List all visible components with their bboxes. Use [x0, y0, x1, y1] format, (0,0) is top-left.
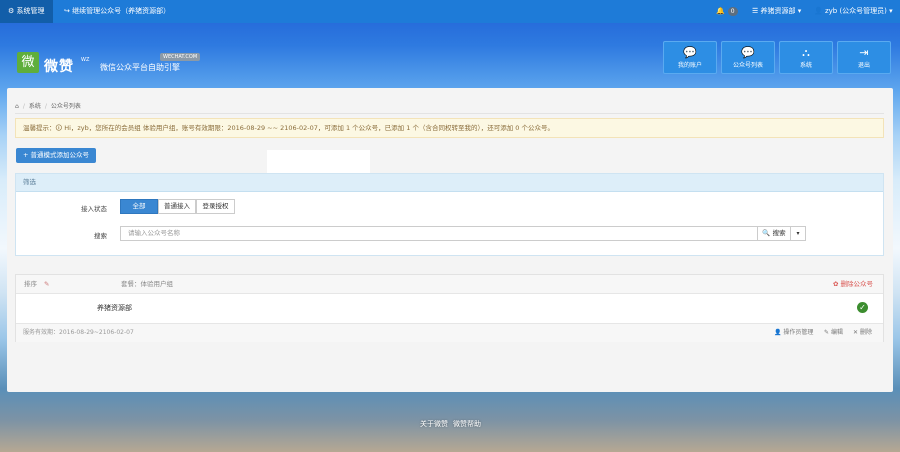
bell-icon: 🔔 [716, 7, 725, 15]
share-icon: ↪ [64, 7, 70, 15]
eraser-icon[interactable]: ✎ [44, 275, 49, 293]
add-account-button[interactable]: + 普通模式添加公众号 [16, 148, 96, 163]
status-label: 接入状态 [81, 205, 107, 213]
sign-out-icon: ⇥ [859, 46, 869, 59]
filter-panel: 筛选 [15, 173, 884, 256]
account-dropdown[interactable]: ☰ 养猪资源部 ▾ [752, 0, 801, 23]
filter-title: 筛选 [16, 174, 883, 192]
user-icon: 👤 [814, 7, 823, 15]
notification-badge: 0 [727, 7, 738, 16]
status-all-option[interactable]: 全部 [120, 199, 158, 214]
search-dropdown-toggle[interactable]: ▾ [790, 226, 806, 241]
edit-icon: ✎ [824, 329, 830, 336]
divider [15, 113, 884, 114]
top-navbar: ⚙ 系统管理 ↪ 继续管理公众号（养猪资源部） 🔔 0 ☰ 养猪资源部 ▾ 👤 z… [0, 0, 900, 23]
comments-icon: 💬 [741, 46, 755, 59]
comments-icon: 💬 [683, 46, 697, 59]
status-auth-option[interactable]: 登录授权 [196, 199, 235, 214]
list-icon: ☰ [752, 7, 759, 15]
search-input[interactable]: 请输入公众号名称 [120, 226, 758, 241]
sitemap-icon: ⛬ [802, 46, 810, 59]
logo-text: 微赞 [44, 59, 74, 75]
user-dropdown[interactable]: 👤 zyb (公众号管理员) ▾ [814, 0, 893, 23]
sort-label: 排序 [24, 280, 37, 288]
account-list: 排序 ✎ 套餐：体验用户组 ✿ 删除公众号 养猪资源部 ✓ 服务有效期：2016… [15, 274, 884, 342]
breadcrumb-current: 公众号列表 [50, 103, 81, 110]
logo-subtitle: 微信公众平台自助引擎 [100, 63, 180, 72]
group-label: 套餐：体验用户组 [121, 280, 173, 288]
system-button[interactable]: ⛬ 系统 [779, 41, 833, 74]
logo-small-text: WZ [81, 57, 90, 63]
white-block [267, 150, 370, 174]
footer-help-link[interactable]: 微赞帮助 [453, 419, 481, 429]
search-button[interactable]: 🔍 搜索 [757, 226, 791, 241]
edit-link[interactable]: ✎ 编辑 [824, 324, 843, 342]
service-period: 服务有效期：2016-08-29~2106-02-07 [23, 329, 134, 336]
breadcrumb-system[interactable]: 系统 [29, 103, 41, 110]
operator-manage-link[interactable]: 👤 操作员管理 [774, 324, 813, 342]
list-header: 排序 ✎ 套餐：体验用户组 ✿ 删除公众号 [16, 275, 883, 294]
logo-icon: 微 [17, 52, 39, 73]
switch-account-link[interactable]: ↪ 继续管理公众号（养猪资源部） [64, 0, 170, 23]
delete-account-link[interactable]: ✿ 删除公众号 [833, 275, 873, 293]
my-account-button[interactable]: 💬 我的账户 [663, 41, 717, 74]
logout-button[interactable]: ⇥ 退出 [837, 41, 891, 74]
breadcrumb: ⌂ / 系统 / 公众号列表 [15, 103, 81, 110]
home-icon[interactable]: ⌂ [15, 103, 19, 110]
logo-tag: WECHAT.COM [160, 53, 201, 61]
user-icon: 👤 [774, 329, 782, 336]
close-icon: ✕ [853, 329, 859, 336]
list-footer: 服务有效期：2016-08-29~2106-02-07 👤 操作员管理 ✎ 编辑… [16, 323, 883, 342]
system-manage-tab[interactable]: ⚙ 系统管理 [0, 0, 53, 23]
membership-alert: 温馨提示：🛈 Hi，zyb，您所在的会员组 体验用户组，账号有效期限：2016-… [15, 118, 884, 138]
account-name: 养猪资源部 [97, 304, 132, 312]
cogs-icon: ⚙ [8, 7, 15, 15]
search-label: 搜索 [94, 232, 107, 240]
delete-link[interactable]: ✕ 删除 [853, 324, 872, 342]
footer-about-link[interactable]: 关于微赞 [420, 419, 448, 429]
account-list-button[interactable]: 💬 公众号列表 [721, 41, 775, 74]
check-circle-icon: ✓ [857, 302, 868, 313]
status-normal-option[interactable]: 普通接入 [158, 199, 196, 214]
notification-bell[interactable]: 🔔 0 [716, 0, 738, 23]
